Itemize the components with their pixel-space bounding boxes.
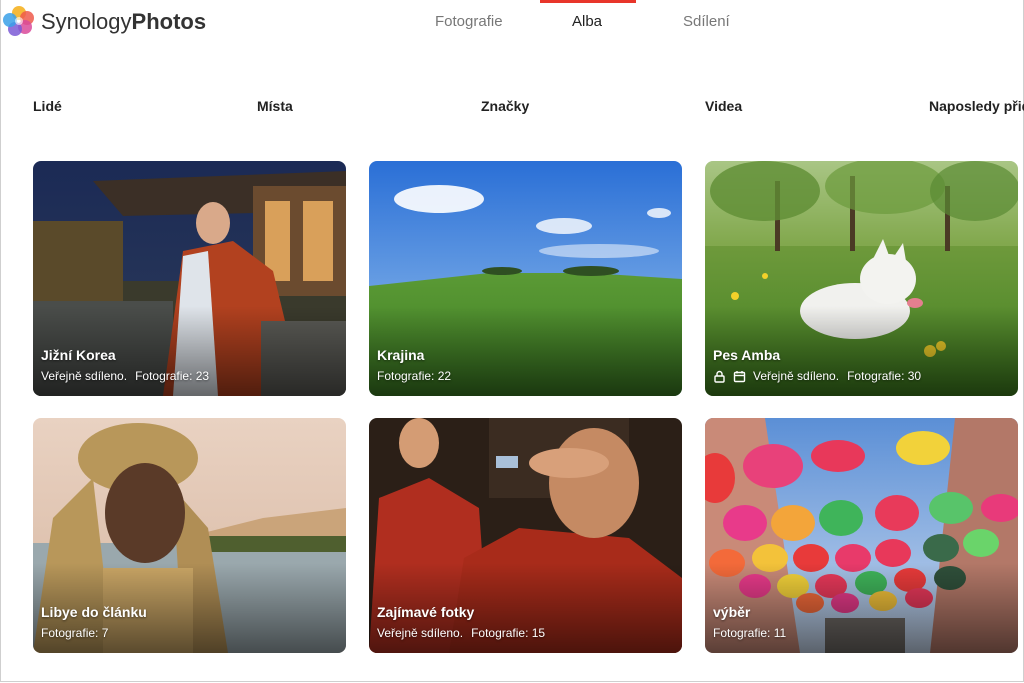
album-meta: Fotografie: 22: [377, 369, 451, 384]
category-videa[interactable]: Videa: [705, 97, 742, 115]
tab-sdileni[interactable]: Sdílení: [683, 13, 730, 31]
album-photo-count: Fotografie: 30: [847, 369, 922, 383]
brand-part-2: Photos: [131, 9, 207, 34]
album-title: Krajina: [377, 347, 425, 363]
active-tab-indicator: [540, 0, 636, 3]
brand-name: SynologyPhotos: [41, 9, 206, 35]
album-meta: Veřejně sdíleno. Fotografie: 30: [713, 369, 921, 384]
album-meta: Veřejně sdíleno. Fotografie: 23: [41, 369, 209, 384]
album-title: Jižní Korea: [41, 347, 116, 363]
album-card-pes-amba[interactable]: Pes Amba Veřejně sdíleno. Fotografie: 30: [705, 161, 1018, 396]
brand-part-1: Synology: [41, 9, 132, 34]
album-card-jizni-korea[interactable]: Jižní Korea Veřejně sdíleno. Fotografie:…: [33, 161, 346, 396]
album-card-krajina[interactable]: Krajina Fotografie: 22: [369, 161, 682, 396]
album-card-vyber[interactable]: výběr Fotografie: 11: [705, 418, 1018, 653]
album-photo-count: Fotografie: 7: [41, 626, 109, 640]
album-card-zajimave-fotky[interactable]: Zajímavé fotky Veřejně sdíleno. Fotograf…: [369, 418, 682, 653]
tab-fotografie[interactable]: Fotografie: [435, 13, 503, 31]
tab-alba[interactable]: Alba: [572, 13, 602, 31]
app-header: SynologyPhotos Fotografie Alba Sdílení: [0, 0, 1024, 48]
album-title: Pes Amba: [713, 347, 781, 363]
album-title: Libye do článku: [41, 604, 147, 620]
category-znacky[interactable]: Značky: [481, 97, 529, 115]
album-photo-count: Fotografie: 23: [135, 369, 210, 383]
album-photo-count: Fotografie: 15: [471, 626, 546, 640]
album-meta: Fotografie: 11: [713, 626, 786, 641]
lock-icon: [714, 370, 725, 383]
album-meta: Fotografie: 7: [41, 626, 108, 641]
album-shared-status: Veřejně sdíleno.: [41, 369, 128, 383]
album-title: Zajímavé fotky: [377, 604, 475, 620]
calendar-icon: [733, 371, 746, 383]
synology-photos-logo-icon[interactable]: [2, 4, 36, 38]
category-lide[interactable]: Lidé: [33, 97, 62, 115]
album-shared-status: Veřejně sdíleno.: [377, 626, 464, 640]
album-card-libye-do-clanku[interactable]: Libye do článku Fotografie: 7: [33, 418, 346, 653]
category-mista[interactable]: Místa: [257, 97, 293, 115]
album-photo-count: Fotografie: 11: [713, 626, 787, 640]
album-shared-status: Veřejně sdíleno.: [753, 369, 840, 383]
album-meta: Veřejně sdíleno. Fotografie: 15: [377, 626, 545, 641]
album-title: výběr: [713, 604, 751, 620]
album-photo-count: Fotografie: 22: [377, 369, 452, 383]
category-naposledy-pridane[interactable]: Naposledy přid: [929, 97, 1024, 115]
